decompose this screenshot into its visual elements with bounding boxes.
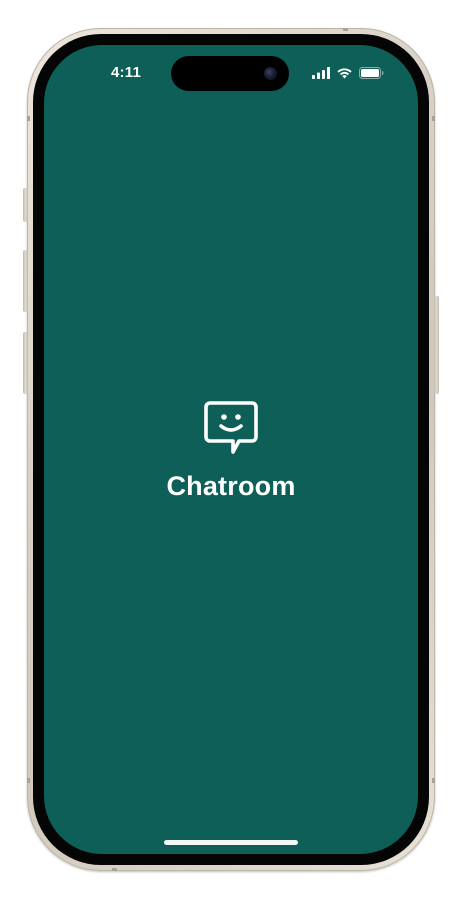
- action-button: [23, 188, 28, 222]
- antenna-band: [112, 868, 117, 871]
- smiley-chat-bubble-icon: [204, 401, 258, 454]
- status-time: 4:11: [111, 64, 141, 81]
- brand-lockup: Chatroom: [44, 397, 418, 502]
- dynamic-island: [171, 56, 289, 91]
- cellular-signal-icon: [312, 67, 330, 79]
- wifi-icon: [337, 68, 352, 79]
- front-camera-icon: [264, 67, 277, 80]
- status-indicators: [312, 67, 384, 79]
- antenna-band: [432, 116, 435, 121]
- app-name: Chatroom: [166, 471, 296, 501]
- device-mockup: 4:11 Chatroom: [0, 0, 460, 900]
- side-power-button: [434, 296, 439, 394]
- home-indicator[interactable]: [164, 840, 298, 845]
- antenna-band: [343, 28, 348, 31]
- volume-down-button: [23, 332, 28, 394]
- antenna-band: [432, 778, 435, 783]
- volume-up-button: [23, 250, 28, 312]
- antenna-band: [27, 778, 30, 783]
- splash-screen: 4:11 Chatroom: [44, 45, 418, 854]
- battery-icon: [359, 67, 384, 79]
- antenna-band: [27, 116, 30, 121]
